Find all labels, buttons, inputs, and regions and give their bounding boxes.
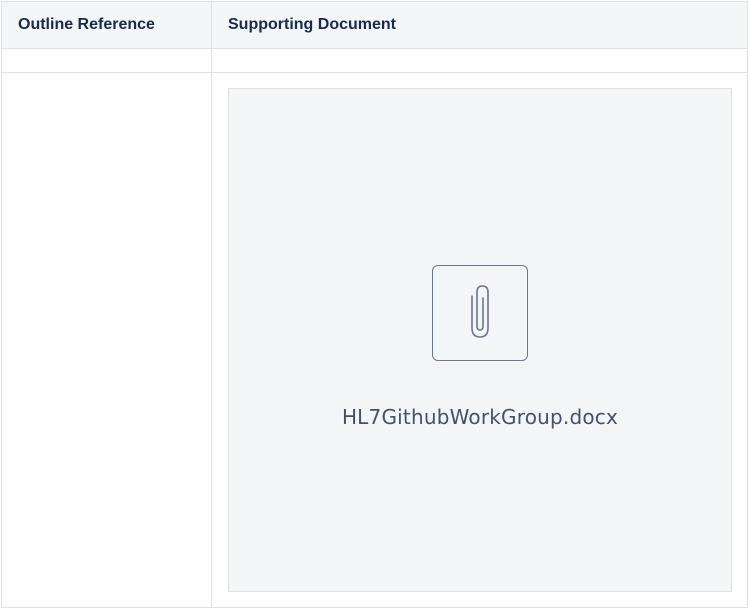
supporting-document-cell xyxy=(212,49,747,72)
attachment-file-name[interactable]: HL7GithubWorkGroup.docx xyxy=(229,405,731,429)
outline-reference-cell xyxy=(2,49,212,72)
outline-reference-cell xyxy=(2,73,212,607)
header-supporting-document: Supporting Document xyxy=(228,16,396,33)
header-outline-reference: Outline Reference xyxy=(2,2,212,48)
file-attachment-card[interactable]: HL7GithubWorkGroup.docx xyxy=(228,88,732,592)
table-header-row: Outline Reference Supporting Document xyxy=(2,2,747,49)
table-row xyxy=(2,49,747,73)
paperclip-icon xyxy=(432,265,528,361)
